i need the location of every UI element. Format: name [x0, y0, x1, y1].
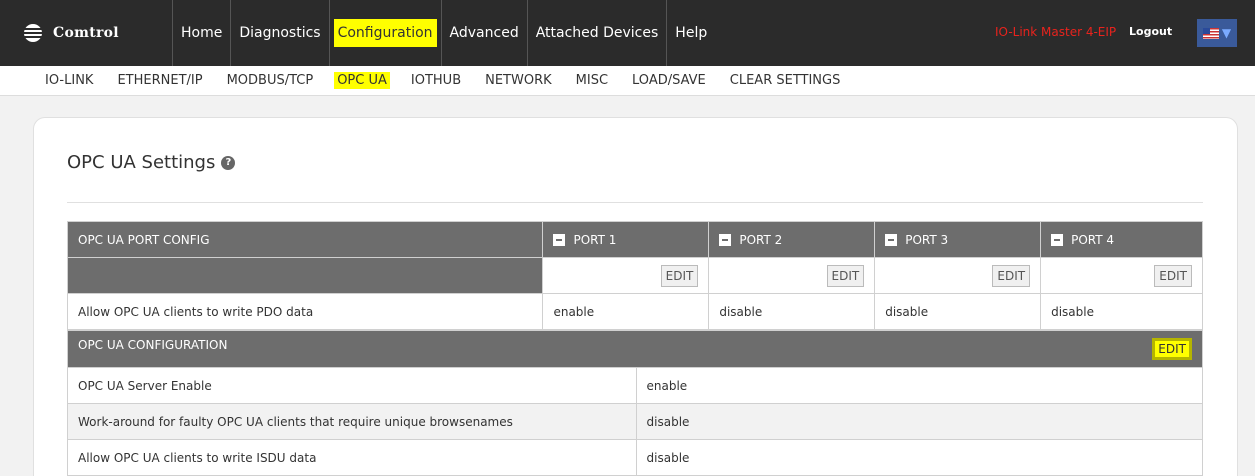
- settings-panel: OPC UA Settings ? OPC UA PORT CONFIG POR…: [33, 117, 1238, 476]
- nav-home[interactable]: Home: [172, 0, 230, 66]
- row-label: OPC UA Server Enable: [67, 367, 637, 404]
- logout-link[interactable]: Logout: [1129, 25, 1172, 38]
- row-value: disable: [635, 439, 1204, 476]
- nav-help[interactable]: Help: [666, 0, 715, 66]
- port-config-header-row: OPC UA PORT CONFIG PORT 1 PORT 2 PORT 3 …: [66, 221, 1203, 258]
- collapse-icon[interactable]: [719, 233, 732, 246]
- main-nav: Home Diagnostics Configuration Advanced …: [172, 0, 715, 66]
- port3-header[interactable]: PORT 3: [874, 221, 1042, 258]
- table-row: OPC UA Server Enable enable: [67, 367, 1204, 404]
- port2-header[interactable]: PORT 2: [708, 221, 876, 258]
- nav-advanced[interactable]: Advanced: [440, 0, 527, 66]
- subnav-load-save[interactable]: LOAD/SAVE: [629, 72, 709, 89]
- port1-edit-button[interactable]: EDIT: [660, 264, 699, 287]
- collapse-icon[interactable]: [885, 233, 898, 246]
- nav-configuration[interactable]: Configuration: [333, 19, 437, 47]
- sub-nav: IO-LINK ETHERNET/IP MODBUS/TCP OPC UA IO…: [0, 66, 1255, 96]
- brand-logo[interactable]: Comtrol: [19, 22, 119, 44]
- port-config-table: OPC UA PORT CONFIG PORT 1 PORT 2 PORT 3 …: [66, 221, 1203, 330]
- nav-diagnostics[interactable]: Diagnostics: [230, 0, 328, 66]
- ua-config-table: OPC UA CONFIGURATION EDIT OPC UA Server …: [67, 330, 1204, 476]
- subnav-io-link[interactable]: IO-LINK: [42, 72, 96, 89]
- top-navbar: Comtrol Home Diagnostics Configuration A…: [0, 0, 1255, 66]
- port-config-header: OPC UA PORT CONFIG: [66, 221, 544, 258]
- device-name: IO-Link Master 4-EIP: [995, 25, 1117, 39]
- table-row: Work-around for faulty OPC UA clients th…: [67, 403, 1204, 440]
- row-value: disable: [635, 403, 1204, 440]
- page-title-text: OPC UA Settings: [67, 152, 216, 173]
- nav-configuration-wrap: Configuration: [328, 0, 441, 66]
- port2-label: PORT 2: [739, 232, 783, 247]
- row-label: Allow OPC UA clients to write ISDU data: [67, 439, 637, 476]
- ua-config-header-cell: OPC UA CONFIGURATION EDIT: [67, 330, 1203, 368]
- ua-config-header: OPC UA CONFIGURATION: [78, 338, 228, 352]
- subnav-ethernet-ip[interactable]: ETHERNET/IP: [114, 72, 205, 89]
- port4-label: PORT 4: [1071, 232, 1115, 247]
- subnav-iothub[interactable]: IOTHUB: [408, 72, 464, 89]
- page-title: OPC UA Settings ?: [67, 152, 236, 173]
- subnav-modbus-tcp[interactable]: MODBUS/TCP: [224, 72, 317, 89]
- port4-header[interactable]: PORT 4: [1040, 221, 1203, 258]
- subnav-clear-settings[interactable]: CLEAR SETTINGS: [727, 72, 844, 89]
- ua-config-edit-button[interactable]: EDIT: [1152, 338, 1192, 360]
- row-value: enable: [635, 367, 1204, 404]
- port2-value: disable: [708, 293, 876, 330]
- us-flag-icon: [1202, 27, 1219, 39]
- collapse-icon[interactable]: [1051, 233, 1064, 246]
- port3-value: disable: [874, 293, 1042, 330]
- help-icon[interactable]: ?: [221, 155, 236, 170]
- port1-label: PORT 1: [573, 232, 617, 247]
- row-label: Allow OPC UA clients to write PDO data: [66, 293, 544, 330]
- port4-edit-button[interactable]: EDIT: [1154, 264, 1192, 287]
- title-divider: [67, 202, 1203, 203]
- logo-icon: [19, 24, 47, 42]
- nav-attached-devices[interactable]: Attached Devices: [526, 0, 667, 66]
- row-label: Work-around for faulty OPC UA clients th…: [67, 403, 637, 440]
- subnav-opc-ua[interactable]: OPC UA: [334, 72, 390, 89]
- port2-edit-button[interactable]: EDIT: [826, 264, 865, 287]
- subnav-misc[interactable]: MISC: [573, 72, 611, 89]
- port4-value: disable: [1040, 293, 1203, 330]
- ua-config-header-row: OPC UA CONFIGURATION EDIT: [67, 330, 1203, 368]
- subnav-network[interactable]: NETWORK: [482, 72, 555, 89]
- port3-label: PORT 3: [905, 232, 949, 247]
- port1-header[interactable]: PORT 1: [542, 221, 710, 258]
- brand-name: Comtrol: [53, 25, 119, 41]
- table-row: Allow OPC UA clients to write PDO data e…: [66, 293, 1203, 330]
- chevron-down-icon: ▼: [1221, 26, 1232, 40]
- collapse-icon[interactable]: [553, 233, 566, 246]
- port-edit-spacer: [66, 257, 544, 294]
- language-selector[interactable]: ▼: [1197, 19, 1237, 47]
- port3-edit-button[interactable]: EDIT: [992, 264, 1031, 287]
- port-edit-row: EDIT EDIT EDIT EDIT: [66, 257, 1203, 294]
- table-row: Allow OPC UA clients to write ISDU data …: [67, 439, 1204, 476]
- port1-value: enable: [542, 293, 710, 330]
